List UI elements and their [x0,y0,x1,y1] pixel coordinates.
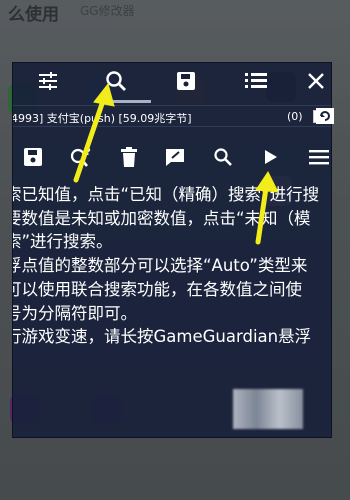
process-bar[interactable]: 4993] 支付宝(push) [59.09兆字节] (0) [12,105,331,127]
save-icon[interactable] [19,143,47,171]
help-line: 要数值是未知或加密数值，点击“未知（模 [12,208,311,228]
delete-icon[interactable] [115,143,143,171]
help-line: 浮点值的整数部分可以选择“Auto”类型来 [12,256,308,276]
gameguardian-window: 4993] 支付宝(push) [59.09兆字节] (0) ? 索已知值，点击… [12,62,332,438]
play-icon[interactable] [257,143,285,171]
search-tab-icon[interactable] [101,67,131,95]
blurred-thumbnail [233,389,303,429]
process-count: (0) [287,110,303,123]
refresh-icon[interactable] [316,108,334,124]
edit-icon[interactable] [161,143,189,171]
close-icon[interactable] [301,67,331,95]
help-line: 行游戏变速，请长按GameGuardian悬浮 [12,327,312,347]
top-toolbar [13,63,331,99]
help-line: 号为分隔符即可。 [12,303,137,323]
unknown-search-icon[interactable]: ? [67,143,95,171]
settings-sliders-icon[interactable] [33,67,63,95]
help-text: 索已知值，点击“已知（精确）搜索”进行搜 要数值是未知或加密数值，点击“未知（模… [12,183,331,349]
search-icon[interactable] [209,143,237,171]
list-icon[interactable] [241,67,271,95]
help-line: 索已知值，点击“已知（精确）搜索”进行搜 [12,185,320,204]
help-line: 可以使用联合搜索功能，在各数值之间使 [12,279,302,299]
active-tab-indicator [99,100,151,103]
help-line: 索”进行搜索。 [12,232,113,252]
svg-text:?: ? [85,147,91,158]
search-toolbar: ? [13,141,331,175]
save-icon[interactable] [171,67,201,95]
process-label: 4993] 支付宝(push) [59.09兆字节] [12,112,192,125]
menu-icon[interactable] [305,143,331,171]
